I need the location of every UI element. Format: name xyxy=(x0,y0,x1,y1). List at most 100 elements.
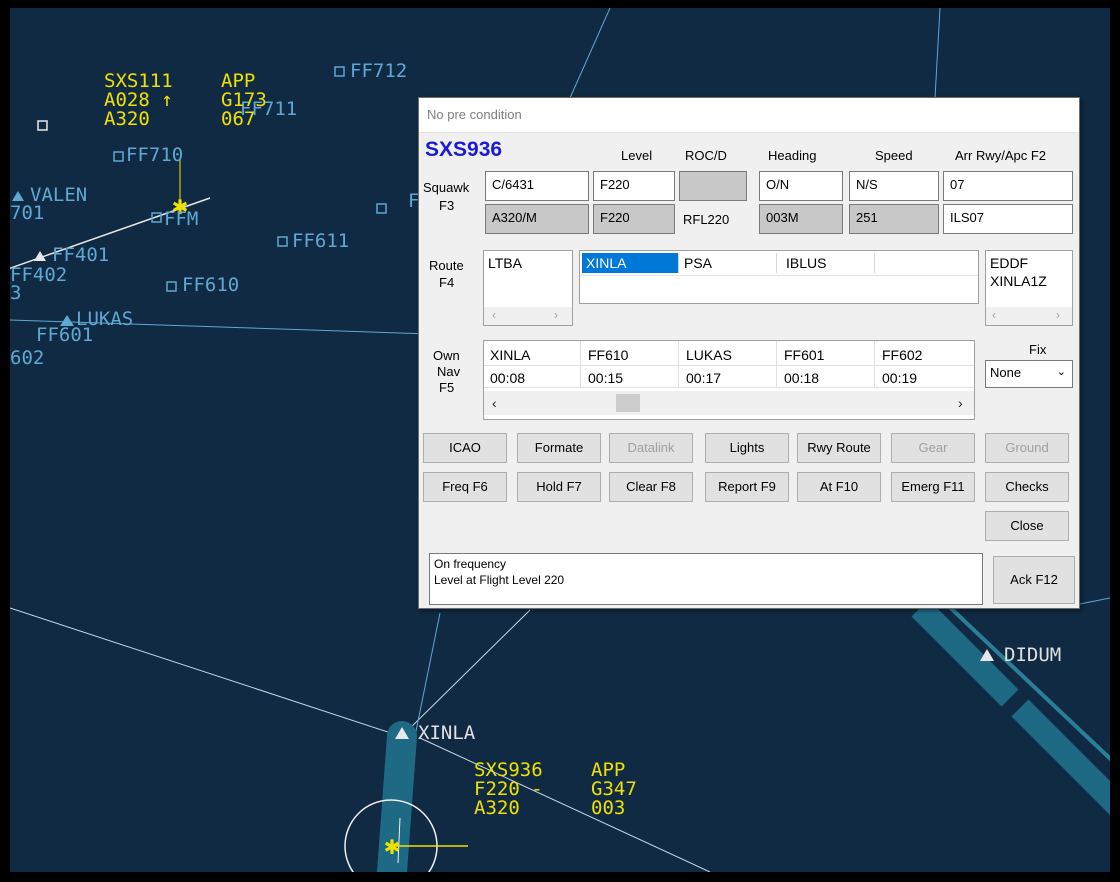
message-line: Level at Flight Level 220 xyxy=(434,573,565,587)
level-header: Level xyxy=(621,148,653,163)
route-line xyxy=(401,609,531,737)
airway-line xyxy=(569,8,611,99)
tag-type: A320 xyxy=(474,797,520,819)
hold-button[interactable]: Hold F7 xyxy=(517,472,601,502)
freq-button[interactable]: Freq F6 xyxy=(423,472,507,502)
nav-fix[interactable]: FF610 xyxy=(588,347,628,363)
origin-value: LTBA xyxy=(488,255,522,271)
nav-label: Nav xyxy=(437,364,461,379)
level-field[interactable]: F220 xyxy=(593,171,675,201)
fix-square xyxy=(37,120,48,131)
fix-label: FF712 xyxy=(350,60,408,82)
aircraft-tag[interactable]: SXS936 APP F220 - G347 A320 003 xyxy=(474,761,637,818)
route-list[interactable]: XINLA PSA IBLUS xyxy=(579,250,979,304)
fix-square xyxy=(166,281,177,292)
f5-label: F5 xyxy=(439,380,455,395)
nav-fix[interactable]: FF602 xyxy=(882,347,922,363)
emerg-button[interactable]: Emerg F11 xyxy=(891,472,975,502)
own-label: Own xyxy=(433,348,460,363)
fix-label: Fix xyxy=(1029,342,1047,357)
cleared-level-field[interactable]: F220 xyxy=(593,204,675,234)
ack-button[interactable]: Ack F12 xyxy=(993,556,1075,604)
nav-fix[interactable]: LUKAS xyxy=(686,347,732,363)
airway-line xyxy=(934,8,941,99)
arr-header: Arr Rwy/Apc F2 xyxy=(955,148,1047,163)
waypoint-triangle xyxy=(12,191,24,201)
fix-label: 3 xyxy=(10,282,22,304)
route-label: Route xyxy=(429,258,464,273)
gear-button[interactable]: Gear xyxy=(891,433,975,463)
message-box[interactable]: On frequency Level at Flight Level 220 xyxy=(429,553,983,605)
callsign-title: SXS936 xyxy=(425,138,503,161)
approach-field[interactable]: ILS07 xyxy=(943,204,1073,234)
ground-button[interactable]: Ground xyxy=(985,433,1069,463)
nav-fix[interactable]: FF601 xyxy=(784,347,824,363)
approach-corridor xyxy=(1011,699,1110,815)
rfl-label: RFL220 xyxy=(683,212,730,227)
fix-square xyxy=(277,236,288,247)
tag-speed: 003 xyxy=(591,797,626,819)
cleared-heading-field[interactable]: 003M xyxy=(759,204,843,234)
own-nav-list[interactable]: XINLA 00:08 FF610 00:15 LUKAS 00:17 FF60… xyxy=(483,340,975,420)
heading-field[interactable]: O/N xyxy=(759,171,843,201)
scroll-left-icon[interactable]: ‹ xyxy=(492,308,496,322)
scroll-left-icon[interactable]: ‹ xyxy=(492,395,497,411)
nav-time: 00:15 xyxy=(588,370,624,386)
dialog-title: No pre condition xyxy=(427,107,522,122)
aircraft-type-field[interactable]: A320/M xyxy=(485,204,589,234)
scroll-thumb[interactable] xyxy=(616,394,640,412)
f3-label: F3 xyxy=(439,198,455,213)
icao-button[interactable]: ICAO xyxy=(423,433,507,463)
origin-scrollbar[interactable]: ‹ › xyxy=(484,307,572,325)
datalink-button[interactable]: Datalink xyxy=(609,433,693,463)
scroll-left-icon[interactable]: ‹ xyxy=(992,308,996,322)
lights-button[interactable]: Lights xyxy=(705,433,789,463)
formate-button[interactable]: Formate xyxy=(517,433,601,463)
squawk-field[interactable]: C/6431 xyxy=(485,171,589,201)
destination-scrollbar[interactable]: ‹ › xyxy=(986,307,1072,325)
fix-square xyxy=(334,66,345,77)
fix-dropdown[interactable]: None ⌄ xyxy=(985,360,1073,388)
fix-label: LUKAS xyxy=(76,308,134,330)
speed-header: Speed xyxy=(875,148,913,163)
flight-strip-dialog: No pre condition SXS936 Level ROC/D Head… xyxy=(418,97,1080,609)
message-line: On frequency xyxy=(434,557,507,571)
clear-button[interactable]: Clear F8 xyxy=(609,472,693,502)
nav-time: 00:08 xyxy=(490,370,526,386)
checks-button[interactable]: Checks xyxy=(985,472,1069,502)
chevron-down-icon: ⌄ xyxy=(1056,366,1066,378)
route-point[interactable]: IBLUS xyxy=(786,255,826,271)
scroll-right-icon[interactable]: › xyxy=(1056,308,1060,322)
nav-time: 00:18 xyxy=(784,370,820,386)
aircraft-tag[interactable]: SXS111 APP A028 ↑ G173 A320 067 xyxy=(104,72,267,129)
route-point-selected[interactable]: XINLA xyxy=(582,253,678,273)
nav-scrollbar[interactable]: ‹ › xyxy=(484,391,974,415)
fix-label: XINLA xyxy=(418,722,476,744)
squawk-label: Squawk xyxy=(423,180,470,195)
fix-label: FF611 xyxy=(292,230,350,252)
route-point[interactable]: PSA xyxy=(684,255,712,271)
scroll-right-icon[interactable]: › xyxy=(554,308,558,322)
report-button[interactable]: Report F9 xyxy=(705,472,789,502)
f4-label: F4 xyxy=(439,275,455,290)
aircraft-symbol: ✱ xyxy=(384,835,401,859)
destination-box[interactable]: EDDF XINLA1Z ‹ › xyxy=(985,250,1073,326)
rwy-route-button[interactable]: Rwy Route xyxy=(797,433,881,463)
rocd-field[interactable] xyxy=(679,171,747,201)
dialog-titlebar[interactable]: No pre condition xyxy=(419,98,1079,133)
fix-label: 602 xyxy=(10,347,45,369)
fix-label: 701 xyxy=(10,202,45,224)
fix-square xyxy=(376,203,387,214)
scroll-right-icon[interactable]: › xyxy=(958,395,963,411)
star-value: XINLA1Z xyxy=(990,273,1047,289)
at-button[interactable]: At F10 xyxy=(797,472,881,502)
nav-time: 00:17 xyxy=(686,370,722,386)
arr-runway-field[interactable]: 07 xyxy=(943,171,1073,201)
cleared-speed-field[interactable]: 251 xyxy=(849,204,939,234)
heading-header: Heading xyxy=(768,148,817,163)
origin-box[interactable]: LTBA ‹ › xyxy=(483,250,573,326)
close-button[interactable]: Close xyxy=(985,511,1069,541)
nav-fix[interactable]: XINLA xyxy=(490,347,530,363)
fix-label: FF401 xyxy=(52,244,110,266)
speed-field[interactable]: N/S xyxy=(849,171,939,201)
